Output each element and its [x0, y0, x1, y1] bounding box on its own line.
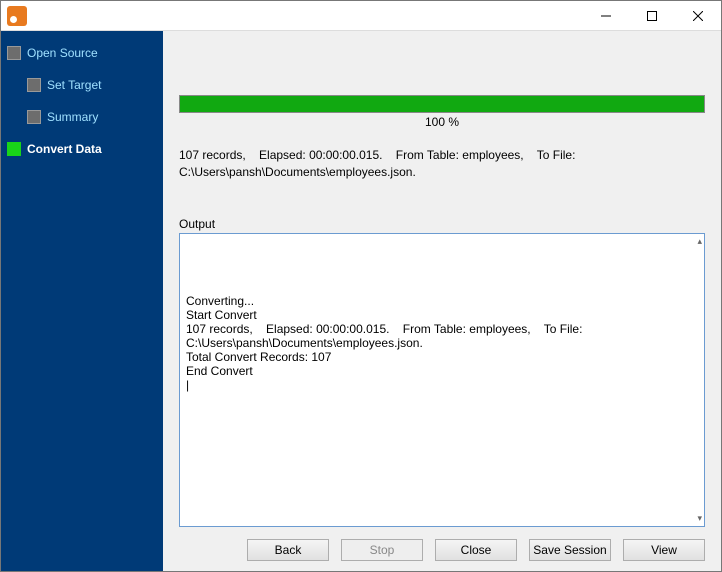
back-button[interactable]: Back: [247, 539, 329, 561]
sidebar-item-label: Convert Data: [27, 142, 102, 156]
save-session-button[interactable]: Save Session: [529, 539, 611, 561]
progress-fill: [180, 96, 704, 112]
sidebar-item-summary[interactable]: Summary: [1, 105, 163, 129]
progress-section: 100 %: [179, 95, 705, 129]
sidebar-item-label: Summary: [47, 110, 98, 124]
output-line: Converting...: [186, 294, 698, 308]
close-button[interactable]: Close: [435, 539, 517, 561]
text-caret: [186, 378, 698, 392]
output-line: 107 records, Elapsed: 00:00:00.015. From…: [186, 322, 698, 350]
sidebar: Open Source Set Target Summary Convert D…: [1, 31, 163, 571]
output-line: Total Convert Records: 107: [186, 350, 698, 364]
scroll-down-icon[interactable]: ▾: [697, 513, 702, 524]
output-textarea[interactable]: ▴ ▾ Converting...Start Convert107 record…: [179, 233, 705, 527]
step-marker-icon: [7, 46, 21, 60]
maximize-button[interactable]: [629, 1, 675, 31]
output-line: Start Convert: [186, 308, 698, 322]
step-marker-icon: [7, 142, 21, 156]
minimize-icon: [601, 11, 611, 21]
minimize-button[interactable]: [583, 1, 629, 31]
step-marker-icon: [27, 78, 41, 92]
app-window: Open Source Set Target Summary Convert D…: [0, 0, 722, 572]
close-window-button[interactable]: [675, 1, 721, 31]
sidebar-item-label: Set Target: [47, 78, 101, 92]
body: Open Source Set Target Summary Convert D…: [1, 31, 721, 571]
button-row: Back Stop Close Save Session View: [179, 539, 705, 561]
output-line: End Convert: [186, 364, 698, 378]
app-icon: [7, 6, 27, 26]
sidebar-item-convert-data[interactable]: Convert Data: [1, 137, 163, 161]
titlebar: [1, 1, 721, 31]
main-panel: 100 % 107 records, Elapsed: 00:00:00.015…: [163, 31, 721, 571]
progress-label: 100 %: [179, 115, 705, 129]
sidebar-item-set-target[interactable]: Set Target: [1, 73, 163, 97]
sidebar-item-open-source[interactable]: Open Source: [1, 41, 163, 65]
progress-bar: [179, 95, 705, 113]
status-text: 107 records, Elapsed: 00:00:00.015. From…: [179, 147, 705, 195]
scroll-up-icon[interactable]: ▴: [697, 236, 702, 247]
view-button[interactable]: View: [623, 539, 705, 561]
maximize-icon: [647, 11, 657, 21]
step-marker-icon: [27, 110, 41, 124]
output-label: Output: [179, 217, 705, 231]
close-icon: [693, 11, 703, 21]
stop-button: Stop: [341, 539, 423, 561]
sidebar-item-label: Open Source: [27, 46, 98, 60]
